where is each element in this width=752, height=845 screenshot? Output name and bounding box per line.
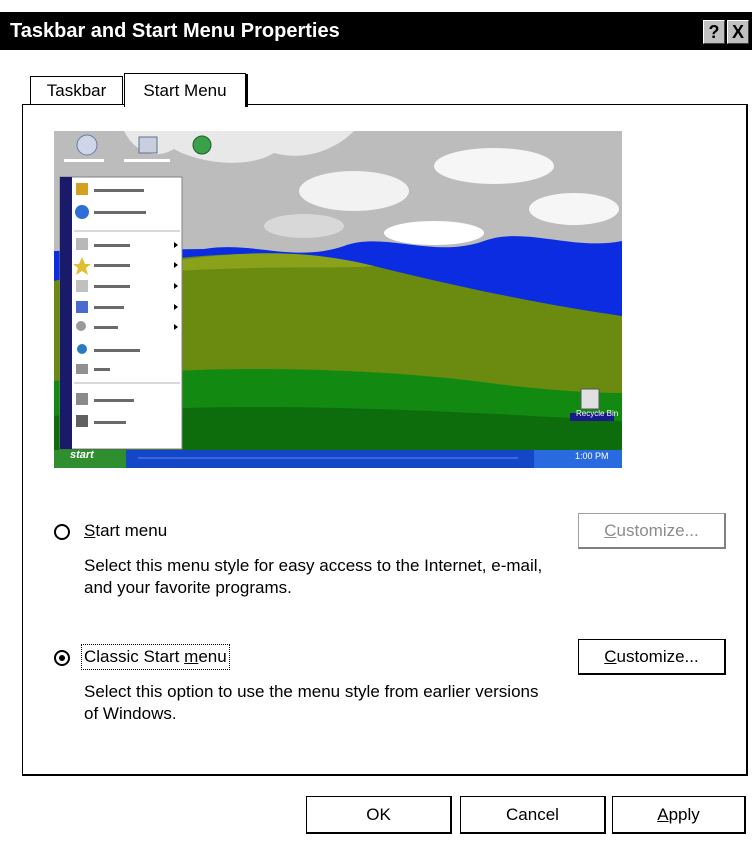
customize-start-menu-text: ustomize...	[616, 520, 699, 540]
customize-start-menu-accel: C	[604, 520, 617, 540]
radio-start-menu[interactable]	[54, 524, 70, 540]
customize-classic-accel: C	[604, 646, 617, 666]
ok-label: OK	[366, 804, 391, 824]
preview-start-button: start	[70, 449, 94, 461]
start-menu-label-text: tart menu	[95, 521, 168, 540]
tab-taskbar-label: Taskbar	[46, 81, 107, 100]
classic-label-accel: m	[184, 647, 199, 666]
apply-accel: A	[657, 804, 669, 824]
cancel-button[interactable]: Cancel	[460, 796, 606, 834]
start-menu-label[interactable]: Start menu	[84, 521, 167, 541]
apply-button[interactable]: Apply	[612, 796, 746, 834]
radio-classic-start-menu[interactable]	[54, 650, 70, 666]
window-title: Taskbar and Start Menu Properties	[10, 20, 340, 42]
classic-label-end: enu	[198, 647, 227, 666]
question-icon: ?	[708, 22, 720, 42]
classic-label-main: Classic Start	[84, 647, 185, 666]
start-menu-description: Select this menu style for easy access t…	[84, 556, 543, 597]
close-icon: X	[731, 22, 744, 42]
start-menu-preview	[54, 131, 622, 468]
close-button[interactable]: X	[727, 20, 749, 44]
customize-start-menu-button[interactable]: Customize...	[578, 513, 726, 549]
cancel-label: Cancel	[506, 804, 559, 824]
apply-label: pply	[668, 804, 700, 824]
ok-button[interactable]: OK	[306, 796, 452, 834]
classic-start-menu-description: Select this option to use the menu style…	[84, 682, 539, 723]
help-button[interactable]: ?	[703, 20, 725, 44]
tab-taskbar[interactable]: Taskbar	[30, 76, 123, 105]
customize-classic-text: ustomize...	[616, 646, 699, 666]
preview-recycle-bin-label: Recycle Bin	[576, 409, 619, 418]
classic-start-menu-label[interactable]: Classic Start menu	[81, 644, 230, 670]
properties-dialog: Taskbar and Start Menu Properties ? X Ta…	[0, 0, 752, 845]
customize-classic-button[interactable]: Customize...	[578, 639, 726, 675]
tab-start-menu-label: Start Menu	[143, 80, 227, 100]
preview-image	[54, 131, 622, 468]
preview-clock: 1:00 PM	[575, 451, 609, 461]
tab-start-menu[interactable]: Start Menu	[124, 73, 248, 107]
start-menu-label-accel: S	[84, 521, 96, 540]
